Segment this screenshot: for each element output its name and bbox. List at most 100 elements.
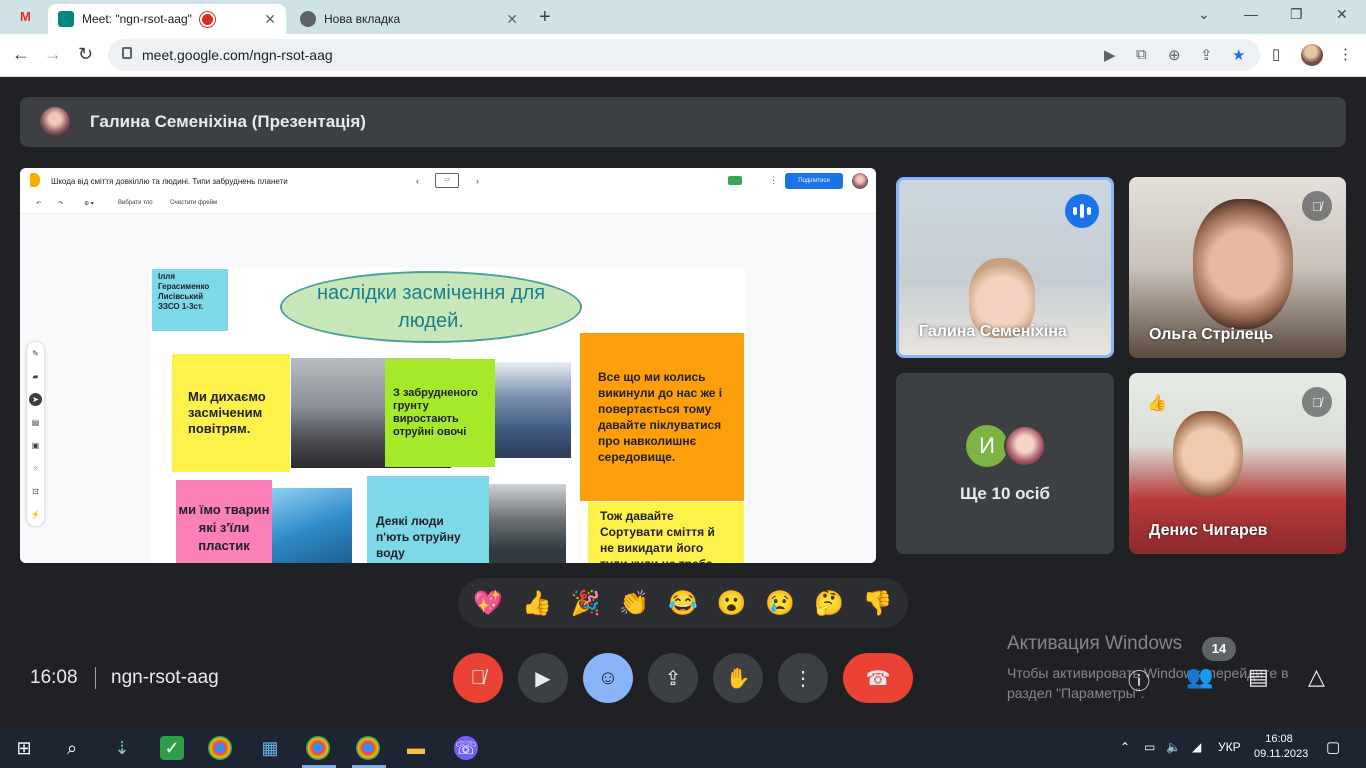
app-icon[interactable]: ⇣: [110, 736, 134, 760]
redo-icon[interactable]: ↷: [58, 200, 63, 207]
chrome-icon[interactable]: [306, 736, 330, 760]
jamboard-header: Шкода від сміття довкіллю та людині. Тип…: [20, 168, 876, 194]
reaction-thumbs-up[interactable]: 👍: [517, 589, 557, 618]
url-text[interactable]: meet.google.com/ngn-rsot-aag: [142, 47, 333, 63]
turtle-plastic-image[interactable]: [272, 488, 352, 563]
activities-icon[interactable]: △: [1308, 664, 1325, 690]
tab-meet[interactable]: Meet: "ngn-rsot-aag" ✕: [48, 4, 286, 34]
reaction-party[interactable]: 🎉: [566, 589, 606, 618]
set-background-button[interactable]: Вибрати тло: [118, 200, 153, 206]
clear-frame-button[interactable]: Очистити фрейм: [170, 200, 217, 206]
reaction-thumbs-down[interactable]: 👎: [858, 589, 898, 618]
app-icon[interactable]: ✓: [160, 736, 184, 760]
more-participants-tile[interactable]: И Ще 10 осіб: [896, 373, 1114, 554]
file-explorer-icon[interactable]: ▬: [404, 736, 428, 760]
chrome-icon[interactable]: [208, 736, 232, 760]
prev-frame-icon[interactable]: ‹: [416, 176, 419, 186]
back-icon[interactable]: ←: [12, 44, 30, 65]
close-tab-icon[interactable]: ✕: [506, 11, 518, 28]
tab-search-icon[interactable]: ⌄: [1198, 6, 1210, 23]
volume-icon[interactable]: 🔈: [1166, 740, 1181, 754]
reaction-clap[interactable]: 👏: [614, 589, 654, 618]
jamboard-canvas[interactable]: Ілля Герасименко Лисівський ЗЗСО 1-3ст. …: [20, 214, 876, 563]
next-frame-icon[interactable]: ›: [476, 176, 479, 186]
app-icon[interactable]: ▦: [258, 736, 282, 760]
chrome-icon[interactable]: [356, 736, 380, 760]
polluted-water-image[interactable]: [489, 484, 566, 563]
circle-icon[interactable]: ○: [27, 457, 44, 480]
undo-icon[interactable]: ↶: [36, 200, 41, 207]
minimize-icon[interactable]: —: [1244, 6, 1258, 22]
select-icon[interactable]: ➤: [29, 393, 42, 406]
restore-icon[interactable]: ❐: [1290, 6, 1303, 23]
close-tab-icon[interactable]: ✕: [264, 11, 276, 28]
more-options-button[interactable]: ⋮: [778, 653, 828, 703]
present-button[interactable]: ⇪: [648, 653, 698, 703]
chat-icon[interactable]: ▤: [1248, 664, 1269, 690]
tab-new[interactable]: Нова вкладка ✕: [290, 4, 528, 34]
gmail-icon[interactable]: M: [20, 9, 36, 24]
profile-avatar[interactable]: [1301, 44, 1323, 66]
participant-tile[interactable]: Галина Семеніхіна: [896, 177, 1114, 358]
search-icon[interactable]: ⌕: [60, 736, 84, 760]
zoom-icon[interactable]: ⊕ ▾: [84, 200, 94, 207]
share-button[interactable]: Поділитися: [785, 173, 843, 189]
meeting-info-icon[interactable]: ⓘ: [1128, 664, 1150, 696]
leave-call-button[interactable]: ☎: [843, 653, 913, 703]
slide-title[interactable]: наслідки засмічення для людей.: [280, 271, 582, 343]
author-note[interactable]: Ілля Герасименко Лисівський ЗЗСО 1-3ст.: [152, 269, 228, 331]
reactions-button[interactable]: ☺: [583, 653, 633, 703]
address-bar[interactable]: meet.google.com/ngn-rsot-aag ▶ ⧉ ⊕ ⇪ ★: [108, 39, 1260, 71]
side-panel-icon[interactable]: ▯: [1272, 45, 1280, 63]
textbox-icon[interactable]: ⊡: [27, 480, 44, 503]
network-icon[interactable]: ◢: [1192, 740, 1201, 754]
sticky-note-soil[interactable]: З забрудненого грунту виростають отруйні…: [385, 359, 495, 467]
pen-icon[interactable]: ✎: [27, 342, 44, 365]
tray-clock[interactable]: 16:08 09.11.2023: [1254, 732, 1308, 762]
shared-screen[interactable]: Шкода від сміття довкіллю та людині. Тип…: [20, 168, 876, 563]
meet-present-icon[interactable]: [728, 176, 742, 185]
language-indicator[interactable]: УКР: [1218, 740, 1241, 754]
zoom-icon[interactable]: ⊕: [1168, 46, 1181, 64]
reaction-laugh[interactable]: 😂: [663, 589, 703, 618]
sticky-note-water[interactable]: Деякі люди п'ють отруйну воду: [367, 476, 489, 563]
tray-arrow-icon[interactable]: ⌃: [1120, 740, 1130, 754]
windows-start-icon[interactable]: ⊞: [12, 736, 36, 760]
translate-icon[interactable]: ⧉: [1136, 46, 1147, 63]
sticky-note-air[interactable]: Ми дихаємо засміченим повітрям.: [172, 354, 290, 472]
jam-frame[interactable]: Ілля Герасименко Лисівський ЗЗСО 1-3ст. …: [151, 268, 745, 563]
reaction-heart[interactable]: 💖: [468, 589, 508, 618]
people-icon[interactable]: 👥: [1186, 664, 1213, 690]
chrome-menu-icon[interactable]: ⋮: [1338, 45, 1353, 63]
sticky-note-sort[interactable]: Тож давайте Сортувати сміття й не викида…: [588, 502, 744, 563]
battery-icon[interactable]: ▭: [1144, 740, 1155, 754]
reaction-surprised[interactable]: 😮: [712, 589, 752, 618]
lock-icon[interactable]: [122, 47, 132, 59]
laser-icon[interactable]: ⚡: [27, 503, 44, 526]
more-icon[interactable]: ⋮: [769, 175, 778, 186]
sticky-note-animals[interactable]: ми їмо тварин які з'їли пластик: [176, 480, 272, 563]
reaction-thinking[interactable]: 🤔: [809, 589, 849, 618]
sticky-note-icon[interactable]: ▤: [27, 411, 44, 434]
plastic-waste-image[interactable]: [495, 362, 571, 458]
notifications-icon[interactable]: ▢: [1326, 738, 1340, 756]
new-tab-icon[interactable]: +: [539, 6, 551, 29]
mic-toggle-button[interactable]: 🎙̸: [453, 653, 503, 703]
reload-icon[interactable]: ↻: [78, 44, 93, 65]
reaction-sad[interactable]: 😢: [760, 589, 800, 618]
image-icon[interactable]: ▣: [27, 434, 44, 457]
jamboard-avatar[interactable]: [852, 173, 868, 189]
participant-tile[interactable]: 🎙̸ Ольга Стрілець: [1129, 177, 1346, 358]
viber-icon[interactable]: ☏: [454, 736, 478, 760]
raise-hand-button[interactable]: ✋: [713, 653, 763, 703]
forward-icon[interactable]: →: [44, 44, 62, 65]
participant-tile[interactable]: 👍 🎙̸ Денис Чигарев: [1129, 373, 1346, 554]
sticky-note-return[interactable]: Все що ми колись викинули до нас же і по…: [580, 333, 744, 501]
frame-bar-icon[interactable]: ▭: [435, 173, 459, 188]
close-window-icon[interactable]: ✕: [1336, 6, 1348, 23]
share-icon[interactable]: ⇪: [1200, 46, 1213, 64]
bookmark-star-icon[interactable]: ★: [1232, 46, 1245, 64]
eraser-icon[interactable]: ▰: [27, 365, 44, 388]
camera-toggle-button[interactable]: ▶: [518, 653, 568, 703]
camera-icon[interactable]: ▶: [1104, 46, 1116, 64]
